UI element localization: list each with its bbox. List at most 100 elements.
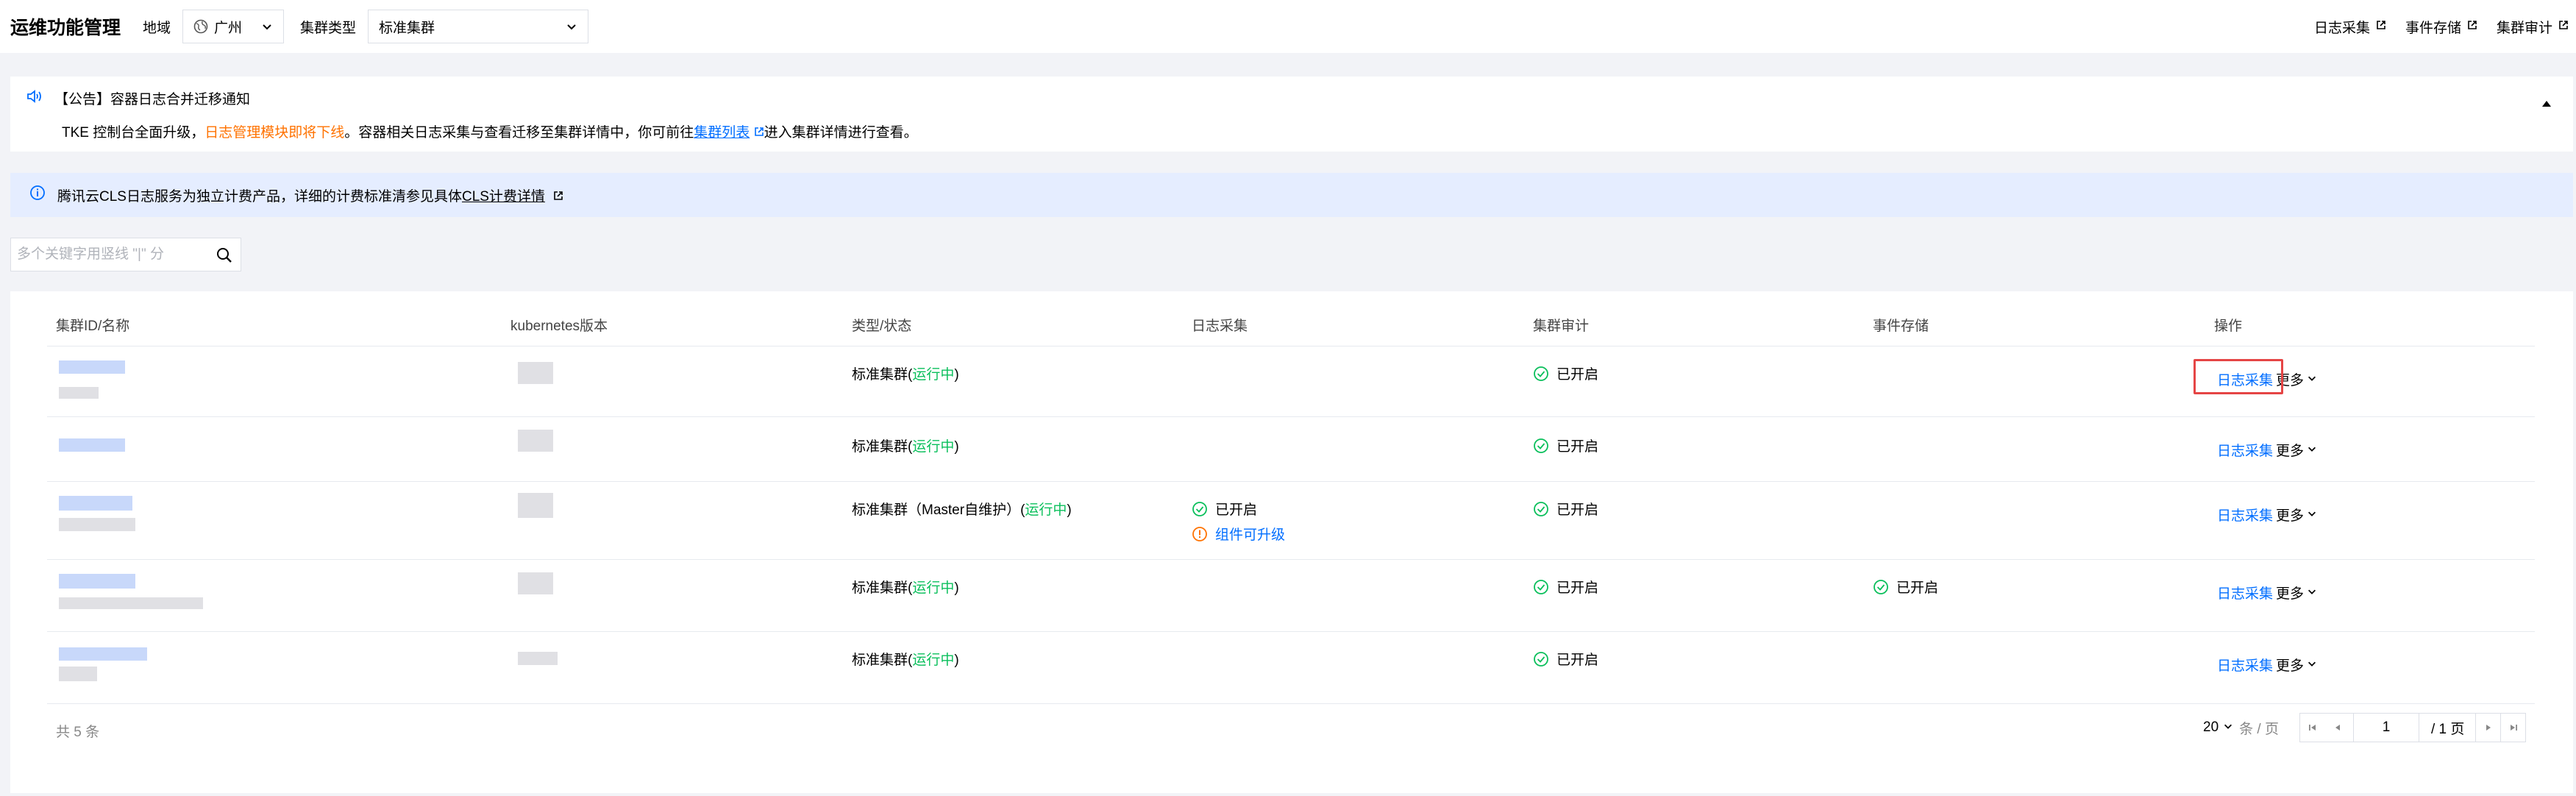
more-action[interactable]: 更多 — [2276, 583, 2304, 603]
chevron-down-icon[interactable] — [2307, 372, 2317, 388]
column-header-log-collection: 日志采集 — [1192, 319, 1248, 334]
page-navigator: 1 / 1 页 — [2299, 713, 2476, 742]
column-header-cluster: 集群ID/名称 — [56, 319, 130, 334]
row-actions: 日志采集 更多 — [2217, 505, 2317, 525]
event-storage-status: 已开启 — [1873, 577, 1938, 597]
cluster-type-status: 标准集群(运行中) — [852, 439, 959, 455]
divider — [47, 346, 2535, 347]
cluster-type-status: 标准集群(运行中) — [852, 367, 959, 383]
check-circle-icon — [1534, 651, 1548, 667]
cluster-name-redacted — [59, 597, 203, 609]
search-icon[interactable] — [216, 246, 233, 269]
cluster-id-redacted — [59, 438, 125, 452]
column-header-cluster-audit: 集群审计 — [1533, 319, 1590, 334]
audit-status: 已开启 — [1533, 363, 1598, 383]
cluster-type-label: 集群类型 — [300, 20, 357, 36]
cluster-type-select[interactable]: 标准集群 — [368, 10, 589, 43]
table-header: 集群ID/名称 kubernetes版本 类型/状态 日志采集 集群审计 事件存… — [10, 291, 2573, 346]
external-link-icon — [2376, 18, 2386, 35]
log-collection-status: 已开启 — [1192, 499, 1257, 519]
cluster-table: 集群ID/名称 kubernetes版本 类型/状态 日志采集 集群审计 事件存… — [10, 291, 2573, 793]
divider — [47, 631, 2535, 632]
row-actions: 日志采集 更多 — [2217, 655, 2317, 675]
cluster-type-value: 标准集群 — [379, 20, 435, 36]
top-links: 日志采集 事件存储 集群审计 — [2314, 0, 2569, 53]
log-collection-action[interactable]: 日志采集 — [2217, 440, 2273, 460]
last-page-icon[interactable] — [2501, 713, 2526, 742]
cluster-name-redacted — [59, 387, 99, 399]
audit-status: 已开启 — [1533, 499, 1598, 519]
audit-status: 已开启 — [1533, 649, 1598, 669]
search-box — [10, 238, 241, 271]
check-circle-icon — [1534, 501, 1548, 516]
cls-billing-link[interactable]: CLS计费详情 — [462, 189, 545, 205]
chevron-down-icon — [566, 21, 577, 37]
cluster-id-redacted — [59, 647, 147, 661]
page-size-select[interactable]: 20 — [2203, 719, 2233, 736]
next-page-icon[interactable] — [2476, 713, 2501, 742]
divider — [47, 703, 2535, 704]
pagination: 20 条 / 页 1 / 1 页 — [2203, 712, 2526, 743]
top-link-event-storage[interactable]: 事件存储 — [2405, 17, 2477, 37]
cluster-id-redacted — [59, 574, 135, 589]
chevron-down-icon[interactable] — [2307, 507, 2317, 523]
log-collection-action[interactable]: 日志采集 — [2217, 583, 2273, 603]
external-link-icon — [754, 125, 764, 141]
divider — [47, 559, 2535, 560]
deprecation-notice: 日志管理模块即将下线 — [204, 125, 345, 141]
log-collection-action[interactable]: 日志采集 — [2217, 505, 2273, 525]
top-link-cluster-audit[interactable]: 集群审计 — [2497, 17, 2569, 37]
more-action[interactable]: 更多 — [2276, 655, 2304, 675]
region-select[interactable]: 广州 — [182, 10, 285, 43]
cluster-id-redacted — [59, 360, 125, 374]
total-count: 共 5 条 — [56, 725, 100, 740]
k8s-version-redacted — [518, 430, 553, 452]
billing-info-text: 腾讯云CLS日志服务为独立计费产品，详细的计费标准清参见具体 — [57, 188, 462, 205]
more-action[interactable]: 更多 — [2276, 505, 2304, 525]
billing-info-bar: 腾讯云CLS日志服务为独立计费产品，详细的计费标准清参见具体CLS计费详情 — [10, 173, 2573, 217]
check-circle-icon — [1534, 366, 1548, 381]
chevron-down-icon[interactable] — [2307, 442, 2317, 458]
check-circle-icon — [1192, 501, 1207, 516]
chevron-down-icon[interactable] — [2307, 657, 2317, 673]
k8s-version-redacted — [518, 493, 553, 518]
log-collection-action[interactable]: 日志采集 — [2217, 655, 2273, 675]
warning-circle-icon — [1192, 526, 1207, 541]
cluster-type-status: 标准集群(运行中) — [852, 580, 959, 596]
region-value: 广州 — [214, 20, 243, 36]
k8s-version-redacted — [518, 652, 558, 665]
prev-page-icon[interactable] — [2325, 714, 2350, 742]
check-circle-icon — [1874, 579, 1888, 594]
cluster-name-redacted — [59, 667, 97, 681]
chevron-down-icon[interactable] — [2307, 585, 2317, 601]
more-action[interactable]: 更多 — [2276, 440, 2304, 460]
cluster-list-link[interactable]: 集群列表 — [694, 125, 750, 141]
info-icon — [29, 185, 46, 205]
search-input[interactable] — [11, 238, 204, 271]
check-circle-icon — [1534, 579, 1548, 594]
row-actions: 日志采集 更多 — [2217, 583, 2317, 603]
page-size-unit: 条 / 页 — [2239, 721, 2279, 737]
highlight-box — [2193, 359, 2283, 394]
chevron-down-icon — [261, 21, 273, 37]
announcement-panel: 【公告】容器日志合并迁移通知 TKE 控制台全面升级，日志管理模块即将下线。容器… — [10, 77, 2573, 152]
first-page-icon[interactable] — [2300, 714, 2325, 742]
globe-icon — [193, 19, 208, 34]
top-link-log-collection[interactable]: 日志采集 — [2314, 17, 2386, 37]
cluster-type-status: 标准集群(运行中) — [852, 653, 959, 668]
component-upgrade-status[interactable]: 组件可升级 — [1192, 524, 1285, 544]
audit-status: 已开启 — [1533, 436, 1598, 455]
top-bar: 运维功能管理 地域 广州 集群类型 标准集群 日志采集 事件存储 集群审计 — [0, 0, 2576, 53]
check-circle-icon — [1534, 438, 1548, 453]
row-actions: 日志采集 更多 — [2217, 440, 2317, 460]
divider — [47, 481, 2535, 482]
total-pages: / 1 页 — [2431, 721, 2465, 737]
announcement-text: TKE 控制台全面升级，日志管理模块即将下线。容器相关日志采集与查看迁移至集群详… — [62, 125, 918, 141]
external-link-icon — [553, 189, 563, 205]
page-title: 运维功能管理 — [10, 18, 121, 38]
page-number-input[interactable]: 1 — [2353, 714, 2419, 742]
region-label: 地域 — [143, 20, 171, 36]
speaker-icon — [26, 89, 44, 108]
collapse-icon[interactable] — [2541, 96, 2552, 112]
cluster-name-redacted — [59, 518, 135, 531]
